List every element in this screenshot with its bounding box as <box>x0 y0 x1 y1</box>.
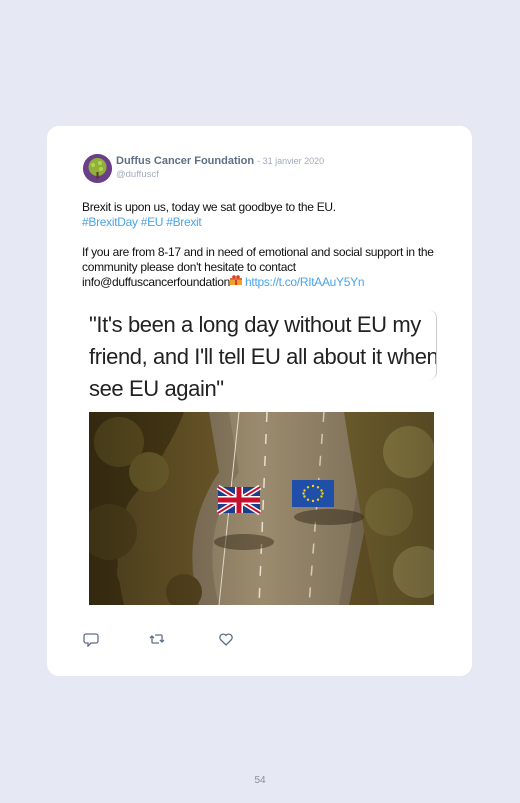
eu-flag-icon <box>292 480 334 507</box>
meme-caption: "It's been a long day without EU my frie… <box>89 312 437 401</box>
tweet-hashtags[interactable]: #BrexitDay #EU #Brexit <box>82 215 438 230</box>
tweet-line-1: Brexit is upon us, today we sat goodbye … <box>82 200 336 214</box>
road-photo <box>89 412 434 605</box>
tweet-body-paragraph: If you are from 8-17 and in need of emot… <box>82 245 438 290</box>
page-number: 54 <box>254 775 266 786</box>
gift-emoji-icon <box>229 275 242 285</box>
caption-divider <box>428 310 437 380</box>
tweet-card: Duffus Cancer Foundation - 31 janvier 202… <box>47 126 472 676</box>
tweet-link[interactable]: https://t.co/RItAAuY5Yn <box>245 275 364 289</box>
meme-image[interactable]: "It's been a long day without EU my frie… <box>89 306 437 606</box>
retweet-icon[interactable] <box>149 631 165 647</box>
uk-flag-icon <box>216 484 262 516</box>
reply-icon[interactable] <box>83 631 99 647</box>
heart-icon[interactable] <box>218 631 234 647</box>
author-name-text[interactable]: Duffus Cancer Foundation <box>116 155 254 167</box>
tweet-text: Brexit is upon us, today we sat goodbye … <box>82 200 438 290</box>
author-handle[interactable]: @duffuscf <box>116 169 159 180</box>
author-name[interactable]: Duffus Cancer Foundation - 31 janvier 202… <box>116 155 324 167</box>
avatar[interactable] <box>83 154 112 183</box>
tweet-date: - 31 janvier 2020 <box>257 156 325 166</box>
